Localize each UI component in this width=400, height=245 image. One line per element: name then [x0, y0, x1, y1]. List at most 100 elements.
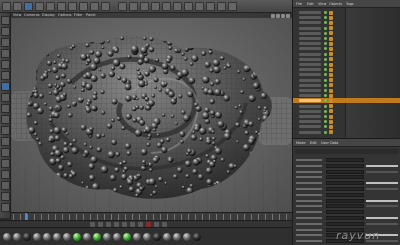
attribute-row[interactable]: [296, 163, 398, 168]
material-swatch[interactable]: [153, 233, 161, 241]
attribute-row[interactable]: [296, 192, 398, 197]
visibility-dot-icon[interactable]: [324, 120, 327, 124]
grab-icon[interactable]: [1, 159, 10, 168]
deformer-icon[interactable]: [195, 2, 204, 11]
material-swatch[interactable]: [3, 233, 11, 241]
scene-icon[interactable]: [206, 2, 215, 11]
material-tag-icon[interactable]: [329, 78, 333, 83]
material-swatch[interactable]: [43, 233, 51, 241]
attribute-field[interactable]: [326, 175, 364, 180]
om-menu-objects[interactable]: Objects: [329, 0, 342, 8]
attribute-field[interactable]: [326, 192, 364, 197]
model-mode-icon[interactable]: [1, 27, 10, 36]
material-tag-icon[interactable]: [329, 119, 333, 124]
material-tag-icon[interactable]: [329, 20, 333, 25]
material-tag-icon[interactable]: [329, 104, 333, 109]
visibility-dot-icon[interactable]: [324, 73, 327, 77]
attribute-row[interactable]: [296, 158, 398, 162]
axis-z-icon[interactable]: [90, 2, 99, 11]
attribute-field[interactable]: [326, 163, 364, 168]
om-menu-file[interactable]: File: [296, 0, 302, 8]
om-menu-tags[interactable]: Tags: [346, 0, 354, 8]
attribute-row[interactable]: [296, 175, 398, 180]
visibility-dot-icon[interactable]: [324, 78, 327, 82]
attribute-slider[interactable]: [366, 188, 398, 190]
material-tag-icon[interactable]: [329, 130, 333, 135]
render-view-icon[interactable]: [129, 2, 138, 11]
material-tag-icon[interactable]: [329, 93, 333, 98]
visibility-dot-icon[interactable]: [324, 63, 327, 66]
attribute-field[interactable]: [326, 158, 364, 162]
attribute-row[interactable]: [296, 204, 398, 209]
nurbs-icon[interactable]: [173, 2, 182, 11]
attribute-row[interactable]: [296, 169, 398, 174]
attribute-slider[interactable]: [366, 222, 398, 225]
material-swatch[interactable]: [173, 233, 181, 241]
attribute-field[interactable]: [326, 210, 364, 215]
axis-mode-icon[interactable]: [1, 93, 10, 102]
material-swatch[interactable]: [193, 233, 201, 241]
visibility-dot-icon[interactable]: [324, 52, 327, 56]
attribute-row[interactable]: [296, 216, 398, 220]
light-icon[interactable]: [228, 2, 237, 11]
visibility-dot-icon[interactable]: [324, 11, 327, 14]
attribute-field[interactable]: [326, 221, 364, 226]
visibility-dot-icon[interactable]: [324, 104, 327, 108]
select-icon[interactable]: [24, 2, 33, 11]
material-tag-icon[interactable]: [329, 31, 333, 36]
material-tag-icon[interactable]: [329, 124, 333, 129]
material-tag-icon[interactable]: [329, 67, 333, 72]
visibility-dot-icon[interactable]: [324, 16, 327, 20]
material-tag-icon[interactable]: [329, 114, 333, 119]
material-swatch[interactable]: [143, 233, 151, 241]
visibility-dot-icon[interactable]: [324, 115, 327, 118]
om-menu-edit[interactable]: Edit: [307, 0, 314, 8]
material-swatch[interactable]: [83, 233, 91, 241]
attribute-row[interactable]: [296, 187, 398, 191]
material-swatch[interactable]: [103, 233, 111, 241]
material-swatch[interactable]: [23, 233, 31, 241]
material-tag-icon[interactable]: [329, 10, 333, 15]
visibility-dot-icon[interactable]: [324, 94, 327, 98]
visibility-dot-icon[interactable]: [324, 37, 327, 40]
attribute-field[interactable]: [326, 187, 364, 191]
sculpt-icon[interactable]: [1, 126, 10, 135]
material-tag-icon[interactable]: [329, 72, 333, 77]
attribute-slider[interactable]: [366, 205, 398, 208]
material-swatch[interactable]: [133, 233, 141, 241]
attribute-field[interactable]: [326, 198, 364, 203]
attribute-tabs[interactable]: [295, 149, 399, 154]
material-tag-icon[interactable]: [329, 41, 333, 46]
polygon-mode-icon[interactable]: [1, 82, 10, 91]
array-icon[interactable]: [184, 2, 193, 11]
timeline[interactable]: [11, 212, 292, 221]
am-menu-mode[interactable]: Mode: [296, 139, 306, 147]
visibility-dot-icon[interactable]: [324, 68, 327, 72]
spline-icon[interactable]: [162, 2, 171, 11]
am-menu-edit[interactable]: Edit: [310, 139, 317, 147]
material-tag-icon[interactable]: [329, 15, 333, 20]
cube-icon[interactable]: [151, 2, 160, 11]
attribute-slider[interactable]: [366, 199, 398, 202]
sculpted-model[interactable]: [11, 13, 292, 212]
material-swatch[interactable]: [93, 233, 101, 241]
attribute-row[interactable]: [296, 210, 398, 215]
material-swatch[interactable]: [123, 233, 131, 241]
attribute-slider[interactable]: [366, 164, 398, 167]
material-swatch[interactable]: [183, 233, 191, 241]
visibility-dot-icon[interactable]: [324, 109, 327, 113]
snap-icon[interactable]: [1, 104, 10, 113]
attribute-slider[interactable]: [366, 182, 398, 185]
material-swatch[interactable]: [53, 233, 61, 241]
pull-icon[interactable]: [1, 170, 10, 179]
attribute-field[interactable]: [326, 181, 364, 186]
redo-icon[interactable]: [13, 2, 22, 11]
material-tag-icon[interactable]: [329, 109, 333, 114]
material-tag-icon[interactable]: [329, 62, 333, 67]
material-tag-icon[interactable]: [329, 52, 333, 57]
attribute-slider[interactable]: [366, 170, 398, 173]
rotate-icon[interactable]: [57, 2, 66, 11]
paint-icon[interactable]: [1, 137, 10, 146]
visibility-dot-icon[interactable]: [324, 99, 327, 103]
am-menu-user-data[interactable]: User Data: [321, 139, 338, 147]
